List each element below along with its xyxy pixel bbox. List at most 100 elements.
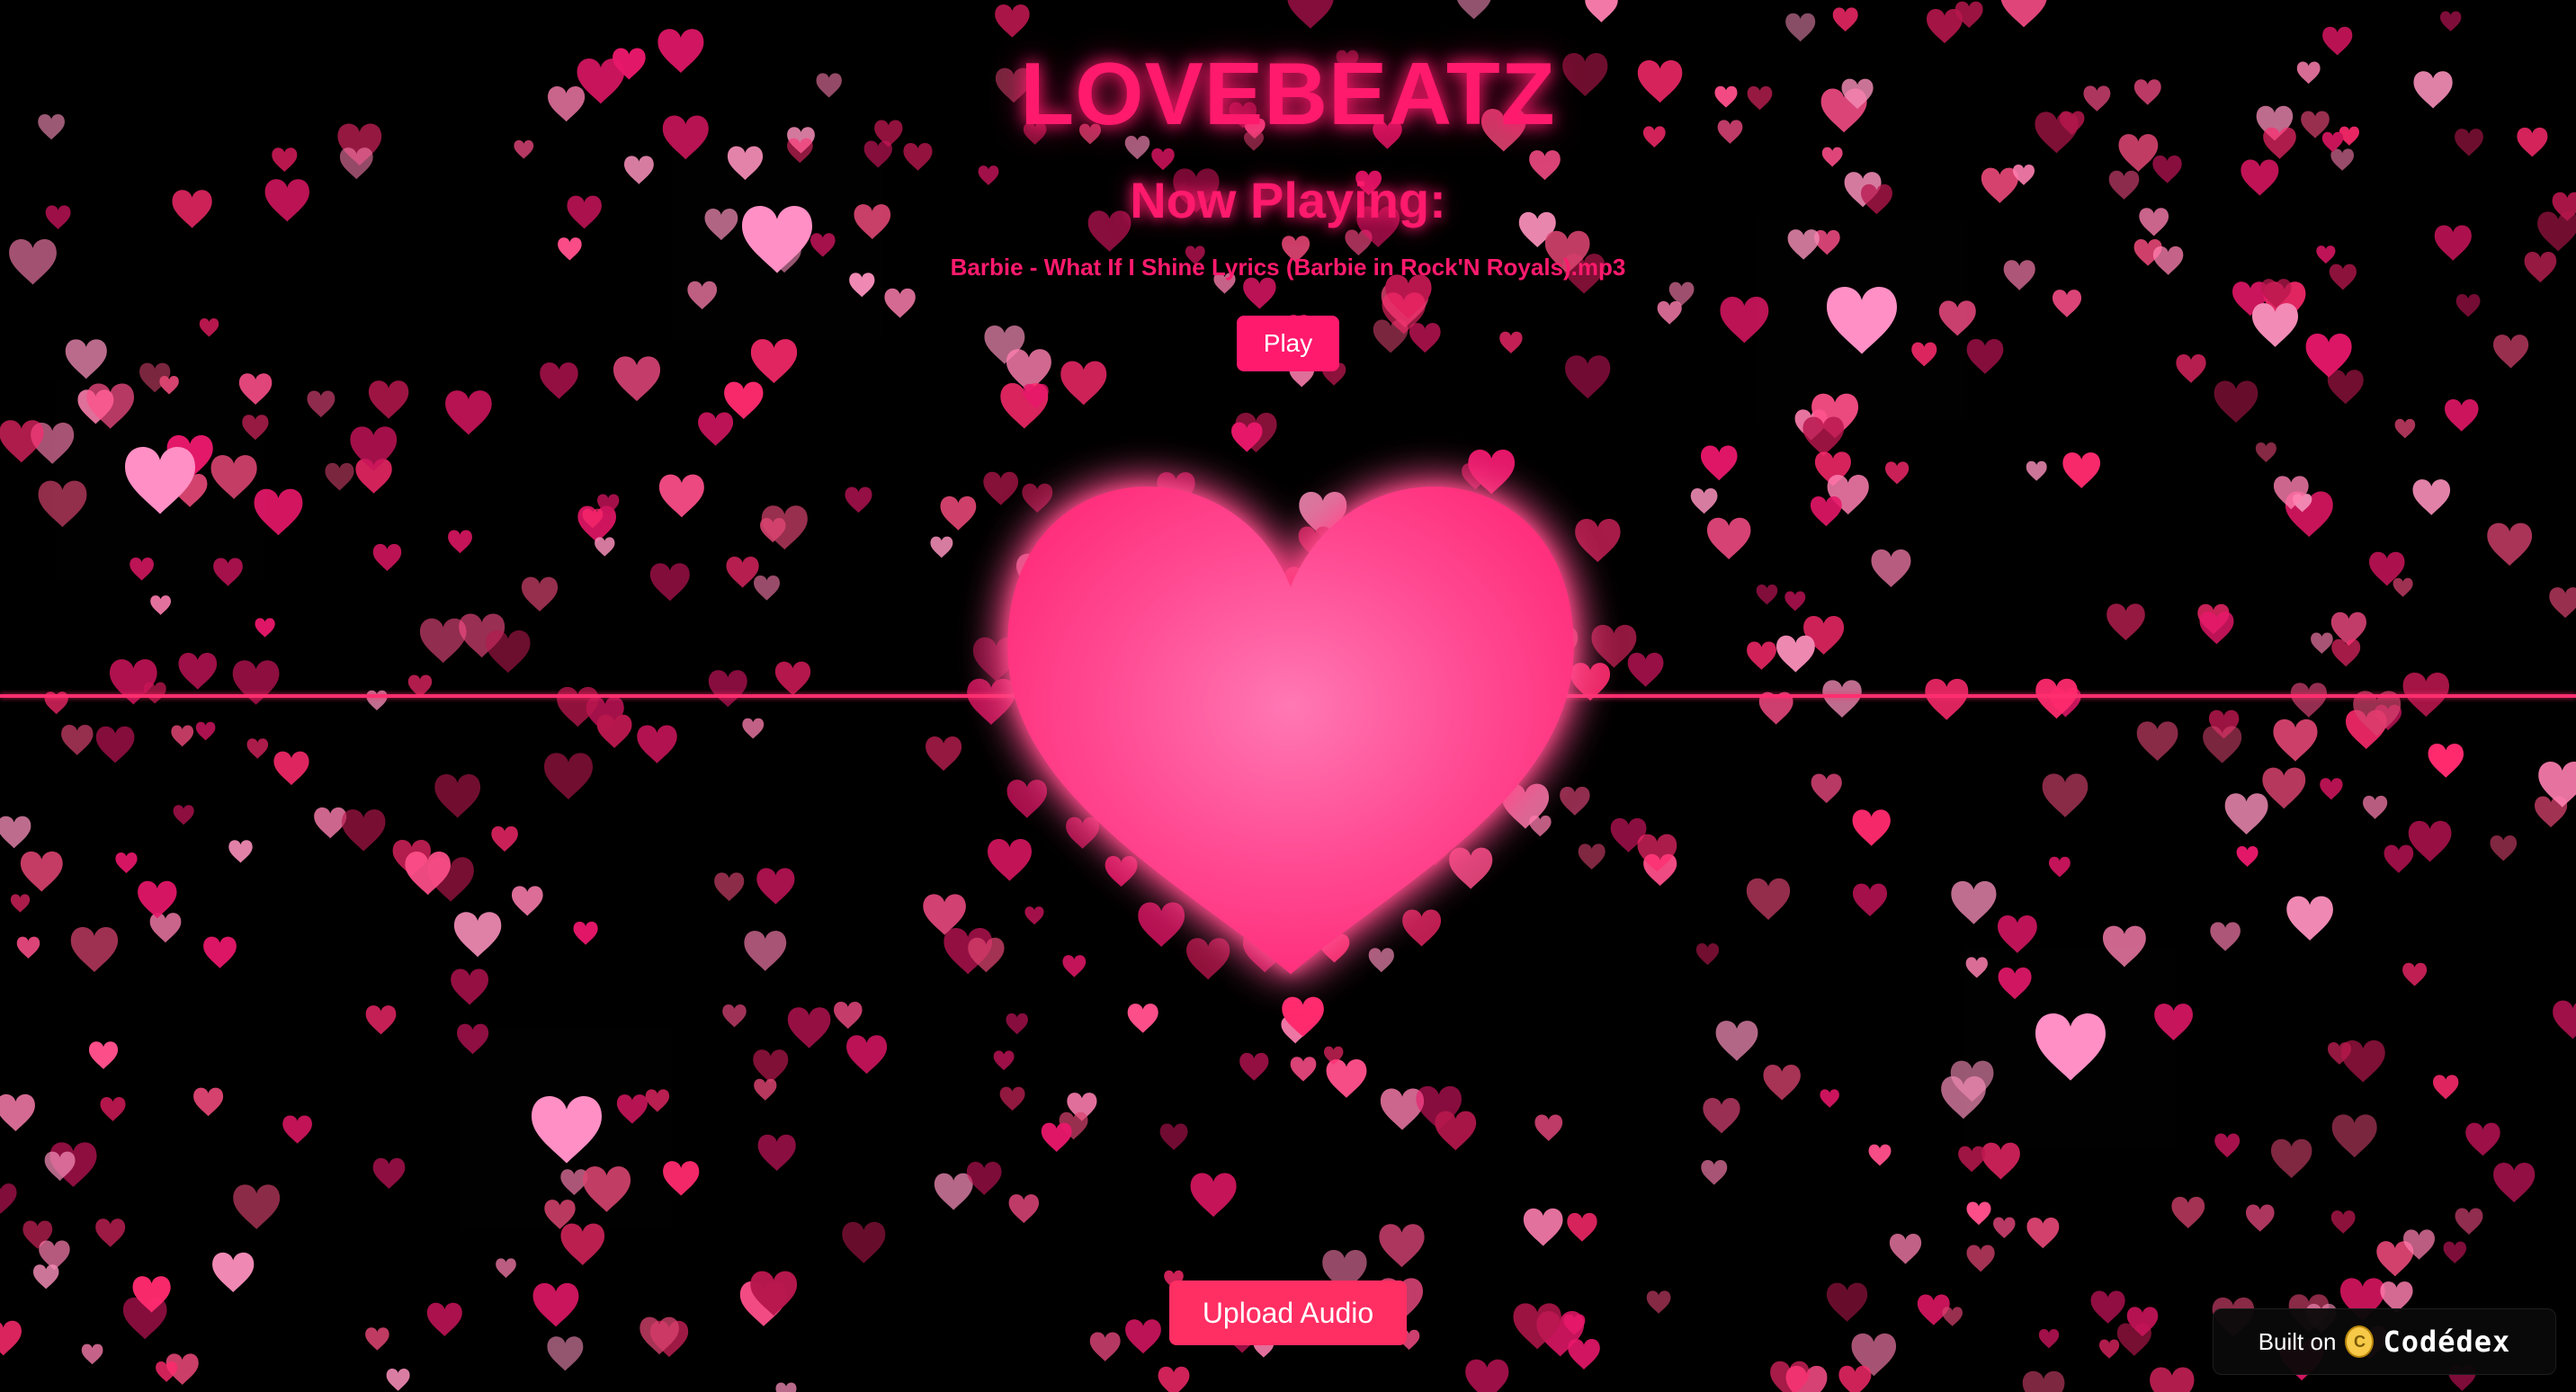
heart-icon bbox=[282, 1115, 312, 1144]
heart-icon bbox=[926, 736, 962, 772]
heart-icon bbox=[203, 936, 237, 968]
heart-icon bbox=[199, 318, 219, 337]
heart-icon bbox=[273, 751, 309, 786]
heart-icon bbox=[1706, 517, 1751, 560]
heart-icon bbox=[595, 537, 615, 557]
heart-icon bbox=[1151, 147, 1175, 171]
heart-icon bbox=[2331, 638, 2361, 667]
heart-icon bbox=[1326, 1059, 1367, 1098]
heart-icon bbox=[2553, 1000, 2576, 1040]
heart-icon bbox=[2270, 1138, 2312, 1179]
heart-icon bbox=[2327, 370, 2364, 405]
heart-icon bbox=[232, 660, 280, 705]
heart-icon bbox=[88, 1041, 119, 1069]
heart-icon bbox=[2052, 290, 2082, 317]
heart-icon bbox=[2102, 925, 2146, 968]
play-button[interactable]: Play bbox=[1237, 316, 1339, 371]
upload-audio-button[interactable]: Upload Audio bbox=[1169, 1280, 1407, 1345]
heart-icon bbox=[1776, 635, 1815, 673]
heart-icon bbox=[722, 1004, 747, 1028]
heart-icon bbox=[1690, 487, 1718, 514]
heart-icon bbox=[532, 1282, 579, 1327]
heart-icon bbox=[698, 412, 734, 446]
heart-icon bbox=[314, 807, 347, 839]
heart-icon bbox=[451, 968, 489, 1005]
heart-icon bbox=[1810, 496, 1842, 527]
heart-icon bbox=[70, 926, 119, 973]
heart-icon bbox=[1785, 13, 1816, 42]
heart-icon bbox=[582, 1166, 631, 1212]
heart-icon bbox=[663, 1161, 700, 1196]
heart-icon bbox=[486, 630, 531, 674]
heart-icon bbox=[2487, 522, 2533, 567]
heart-icon bbox=[1981, 1142, 2020, 1180]
heart-icon bbox=[434, 773, 481, 818]
heart-icon bbox=[1822, 680, 1862, 718]
heart-icon bbox=[2393, 577, 2413, 597]
heart-icon bbox=[95, 726, 135, 763]
heart-icon bbox=[233, 1184, 281, 1229]
heart-icon bbox=[2099, 1339, 2120, 1359]
heart-icon bbox=[2106, 603, 2145, 641]
heart-icon bbox=[2428, 744, 2464, 778]
now-playing-heading: Now Playing: bbox=[1130, 172, 1446, 228]
heart-icon bbox=[210, 455, 257, 499]
heart-icon bbox=[687, 281, 718, 310]
heart-icon bbox=[365, 1327, 389, 1351]
heart-icon bbox=[2408, 820, 2452, 862]
heart-icon bbox=[2412, 479, 2451, 515]
heart-icon bbox=[2176, 354, 2206, 383]
heart-icon bbox=[149, 913, 182, 943]
heart-icon bbox=[1465, 1359, 1509, 1392]
heart-icon bbox=[1965, 957, 1988, 978]
heart-icon bbox=[834, 1001, 863, 1030]
heart-icon bbox=[2443, 1241, 2467, 1263]
heart-icon bbox=[32, 1264, 59, 1289]
heart-icon bbox=[1435, 1111, 1477, 1151]
heart-icon bbox=[863, 140, 892, 168]
heart-icon bbox=[1884, 461, 1910, 485]
heart-icon bbox=[1379, 1224, 1425, 1268]
heart-icon bbox=[1089, 1332, 1121, 1361]
heart-icon bbox=[532, 1096, 602, 1164]
heart-icon bbox=[491, 825, 518, 852]
heart-icon bbox=[742, 718, 765, 739]
heart-icon bbox=[2340, 1040, 2385, 1083]
built-on-codedex-badge[interactable]: Built on C Codédex bbox=[2213, 1308, 2556, 1375]
heart-icon bbox=[940, 495, 977, 531]
heart-icon bbox=[1523, 1208, 1563, 1246]
heart-icon bbox=[2549, 587, 2576, 619]
heart-icon bbox=[1534, 1114, 1563, 1141]
heart-icon bbox=[238, 373, 273, 406]
heart-icon bbox=[171, 725, 194, 747]
heart-icon bbox=[1942, 1307, 1963, 1326]
heart-icon bbox=[1627, 652, 1664, 687]
heart-icon bbox=[761, 505, 808, 550]
heart-icon bbox=[2150, 1367, 2195, 1392]
heart-icon bbox=[2363, 795, 2388, 819]
heart-icon bbox=[775, 1382, 797, 1392]
heart-icon bbox=[272, 147, 298, 173]
heart-icon bbox=[213, 558, 243, 586]
heart-icon bbox=[547, 1336, 584, 1371]
heart-icon bbox=[1889, 1234, 1922, 1264]
heart-icon bbox=[846, 1035, 888, 1075]
heart-icon bbox=[2330, 1210, 2356, 1234]
heart-icon bbox=[2290, 683, 2327, 718]
heart-icon bbox=[2022, 1370, 2065, 1392]
heart-icon bbox=[2490, 835, 2518, 861]
heart-icon bbox=[521, 576, 559, 612]
heart-icon bbox=[2038, 1329, 2060, 1349]
heart-icon bbox=[1784, 591, 1806, 611]
heart-icon bbox=[616, 1094, 648, 1124]
heart-icon bbox=[540, 362, 578, 399]
heart-icon bbox=[2214, 1133, 2241, 1158]
heart-icon bbox=[842, 1221, 886, 1263]
heart-icon bbox=[365, 1005, 397, 1035]
heart-icon bbox=[1409, 323, 1441, 353]
heart-icon bbox=[1871, 549, 1911, 588]
heart-icon bbox=[2320, 778, 2343, 800]
heart-icon bbox=[138, 880, 177, 919]
heart-icon bbox=[884, 288, 916, 318]
heart-icon bbox=[195, 721, 216, 741]
